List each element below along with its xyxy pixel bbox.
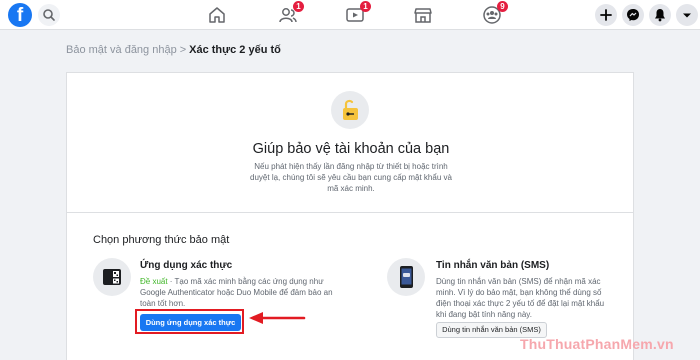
authenticator-title: Ứng dụng xác thực bbox=[140, 260, 233, 271]
arrow-icon bbox=[249, 312, 306, 324]
qr-phone-icon bbox=[103, 269, 121, 285]
nav-groups[interactable]: 9 bbox=[482, 1, 508, 25]
plus-icon bbox=[600, 9, 612, 21]
hero-title: Giúp bảo vệ tài khoản của bạn bbox=[252, 141, 450, 157]
messenger-button[interactable] bbox=[622, 4, 644, 26]
breadcrumb-parent-link[interactable]: Bảo mật và đăng nhập bbox=[66, 44, 177, 56]
padlock-badge bbox=[331, 91, 369, 129]
watch-badge: 1 bbox=[360, 1, 371, 12]
watermark: ThuThuatPhanMem.vn bbox=[520, 336, 674, 352]
notifications-button[interactable] bbox=[649, 4, 671, 26]
breadcrumb-current: Xác thực 2 yếu tố bbox=[189, 44, 281, 56]
breadcrumb: Bảo mật và đăng nhập > Xác thực 2 yếu tố bbox=[66, 44, 281, 56]
authenticator-description: Đề xuất · Tạo mã xác minh bằng các ứng d… bbox=[140, 276, 340, 309]
nav-watch[interactable]: 1 bbox=[345, 1, 371, 25]
highlight-box bbox=[135, 309, 244, 334]
padlock-icon bbox=[343, 99, 358, 120]
section-title: Chọn phương thức bảo mật bbox=[93, 234, 230, 246]
chevron-down-icon bbox=[683, 13, 691, 18]
home-icon bbox=[209, 7, 225, 23]
recommended-label: Đề xuất bbox=[140, 277, 168, 286]
facebook-logo[interactable]: f bbox=[8, 3, 32, 27]
top-navigation-bar: f 1 1 9 bbox=[0, 0, 700, 30]
nav-marketplace[interactable] bbox=[413, 5, 433, 25]
hero-description: Nếu phát hiện thấy lần đăng nhập từ thiế… bbox=[250, 162, 452, 193]
authenticator-icon-badge bbox=[93, 258, 131, 296]
account-menu-button[interactable] bbox=[676, 4, 698, 26]
search-button[interactable] bbox=[38, 4, 60, 26]
messenger-icon bbox=[627, 9, 639, 21]
bell-icon bbox=[655, 9, 665, 22]
sms-phone-icon bbox=[400, 266, 413, 288]
authenticator-description-text: · Tạo mã xác minh bằng các ứng dụng như … bbox=[140, 277, 333, 308]
friends-badge: 1 bbox=[293, 1, 304, 12]
groups-badge: 9 bbox=[497, 1, 508, 12]
nav-home[interactable] bbox=[207, 5, 227, 25]
section-divider bbox=[67, 212, 633, 213]
create-button[interactable] bbox=[595, 4, 617, 26]
marketplace-icon bbox=[414, 8, 432, 23]
sms-icon-badge bbox=[387, 258, 425, 296]
nav-friends[interactable]: 1 bbox=[278, 1, 304, 25]
search-icon bbox=[43, 9, 55, 21]
sms-description: Dùng tin nhắn văn bản (SMS) để nhận mã x… bbox=[436, 277, 605, 319]
sms-title: Tin nhắn văn bản (SMS) bbox=[436, 260, 550, 271]
breadcrumb-separator: > bbox=[179, 44, 187, 56]
